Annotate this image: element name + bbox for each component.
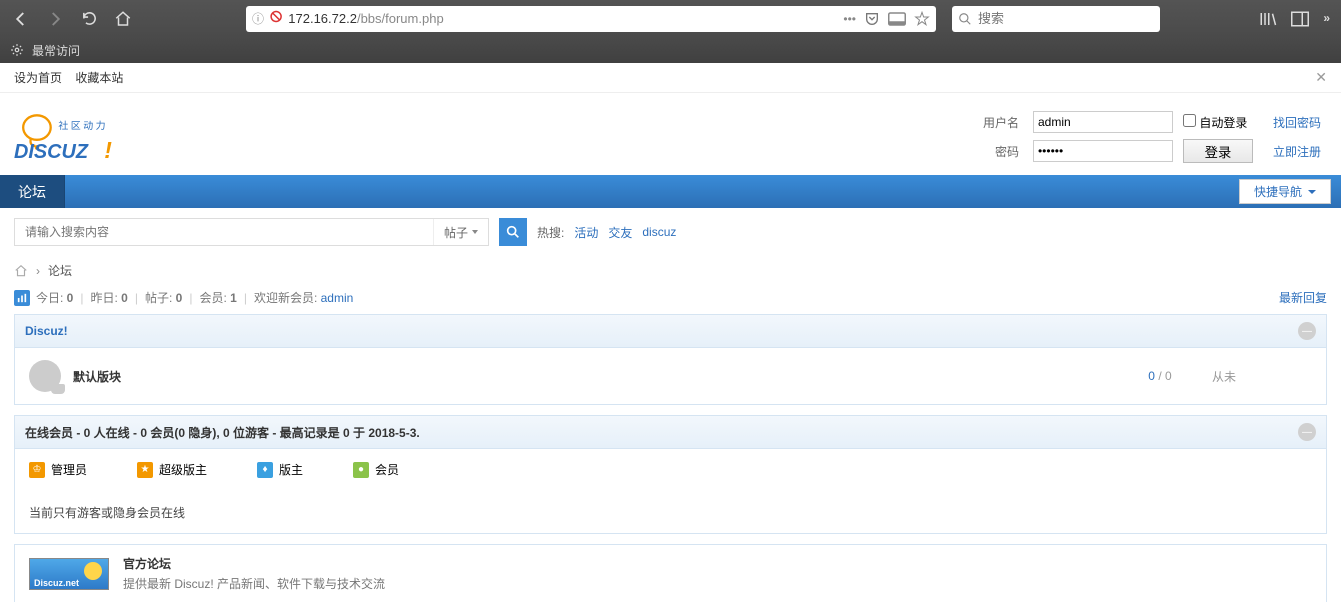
search-icon: [958, 12, 972, 26]
reload-button[interactable]: [76, 6, 102, 32]
forum-icon: [29, 360, 61, 392]
hot-link-1[interactable]: 活动: [574, 224, 598, 241]
official-logo[interactable]: Discuz.net: [29, 558, 109, 590]
username-label: 用户名: [979, 109, 1027, 135]
url-text: 172.16.72.2/bbs/forum.php: [288, 11, 837, 26]
top-links-bar: 设为首页 收藏本站 ✕: [0, 63, 1341, 93]
svg-text:DISCUZ: DISCUZ: [14, 141, 89, 163]
online-header: 在线会员 - 0 人在线 - 0 会员(0 隐身), 0 位游客 - 最高记录是…: [25, 424, 420, 441]
stat-members: 会员: 1: [199, 289, 236, 306]
hot-link-3[interactable]: discuz: [642, 225, 676, 239]
role-legend: ♔管理员 ★超级版主 ♦版主 ●会员: [29, 461, 1312, 478]
info-icon[interactable]: ⓘ: [252, 10, 264, 27]
reader-icon[interactable]: [888, 12, 906, 26]
collapse-button[interactable]: —: [1298, 423, 1316, 441]
newest-member-link[interactable]: admin: [321, 291, 354, 305]
online-empty-message: 当前只有游客或隐身会员在线: [29, 504, 1312, 521]
username-input[interactable]: [1033, 111, 1173, 133]
quick-nav-button[interactable]: 快捷导航: [1239, 179, 1331, 204]
supermod-badge-icon: ★: [137, 462, 153, 478]
role-member: ●会员: [353, 461, 399, 478]
breadcrumb-separator: ›: [36, 264, 40, 278]
hot-search-label: 热搜:: [537, 224, 564, 241]
forum-search-box: 帖子: [14, 218, 489, 246]
svg-text:!: !: [104, 137, 112, 163]
member-badge-icon: ●: [353, 462, 369, 478]
overflow-icon[interactable]: »: [1323, 11, 1331, 27]
nav-buttons: [8, 6, 136, 32]
bookmark-bar: 最常访问: [0, 37, 1341, 63]
password-input[interactable]: [1033, 140, 1173, 162]
stat-today: 今日: 0: [36, 289, 73, 306]
browser-toolbar: ⓘ 🛇 172.16.72.2/bbs/forum.php ••• »: [0, 0, 1341, 37]
login-form: 用户名 自动登录 找回密码 密码 登录 立即注册: [977, 107, 1327, 167]
hot-link-2[interactable]: 交友: [608, 224, 632, 241]
more-icon[interactable]: •••: [843, 12, 856, 26]
role-admin: ♔管理员: [29, 461, 87, 478]
stats-icon[interactable]: [14, 290, 30, 306]
section-online: 在线会员 - 0 人在线 - 0 会员(0 隐身), 0 位游客 - 最高记录是…: [14, 415, 1327, 534]
back-button[interactable]: [8, 6, 34, 32]
hot-search: 热搜: 活动 交友 discuz: [537, 224, 676, 241]
register-link[interactable]: 立即注册: [1273, 145, 1321, 159]
svg-text:社 区 动 力: 社 区 动 力: [58, 119, 105, 132]
admin-badge-icon: ♔: [29, 462, 45, 478]
url-bar[interactable]: ⓘ 🛇 172.16.72.2/bbs/forum.php •••: [246, 6, 936, 32]
main-nav: 论坛 快捷导航: [0, 175, 1341, 208]
collapse-button[interactable]: —: [1298, 322, 1316, 340]
stat-posts: 帖子: 0: [145, 289, 182, 306]
section-discuz: Discuz! — 默认版块 0 / 0 从未: [14, 314, 1327, 405]
forum-stats: 0 / 0: [1120, 369, 1200, 383]
search-filter-dropdown[interactable]: 帖子: [433, 219, 488, 245]
library-icon[interactable]: [1259, 11, 1277, 27]
bookmark-star-icon[interactable]: [914, 11, 930, 27]
browser-search-bar[interactable]: [952, 6, 1160, 32]
forward-button[interactable]: [42, 6, 68, 32]
bookmark-most-visited[interactable]: 最常访问: [32, 42, 80, 59]
official-desc: 提供最新 Discuz! 产品新闻、软件下载与技术交流: [123, 575, 385, 592]
breadcrumb-forum[interactable]: 论坛: [48, 262, 72, 279]
breadcrumb: › 论坛: [0, 256, 1341, 285]
stat-welcome: 欢迎新会员: admin: [254, 289, 353, 306]
sidebar-icon[interactable]: [1291, 11, 1309, 27]
pocket-icon[interactable]: [864, 11, 880, 27]
latest-reply-link[interactable]: 最新回复: [1279, 289, 1327, 306]
forum-search-input[interactable]: [15, 219, 433, 245]
home-icon[interactable]: [14, 264, 28, 278]
gear-icon[interactable]: [10, 43, 24, 57]
nav-tab-forum[interactable]: 论坛: [0, 175, 65, 208]
forum-last-post: 从未: [1212, 368, 1312, 385]
mod-badge-icon: ♦: [257, 462, 273, 478]
stat-yesterday: 昨日: 0: [90, 289, 127, 306]
insecure-icon: 🛇: [270, 8, 282, 29]
page-header: 社 区 动 力 DISCUZ ! 用户名 自动登录 找回密码 密码 登录 立即注…: [0, 93, 1341, 175]
site-logo[interactable]: 社 区 动 力 DISCUZ !: [14, 110, 144, 165]
stats-row: 今日: 0| 昨日: 0| 帖子: 0| 会员: 1| 欢迎新会员: admin…: [0, 285, 1341, 314]
section-official: Discuz.net 官方论坛 提供最新 Discuz! 产品新闻、软件下载与技…: [14, 544, 1327, 602]
role-mod: ♦版主: [257, 461, 303, 478]
login-button[interactable]: 登录: [1183, 139, 1253, 163]
forum-row: 默认版块 0 / 0 从未: [15, 348, 1326, 404]
forum-name-link[interactable]: 默认版块: [73, 368, 1108, 385]
chevron-down-icon: [472, 230, 478, 234]
forum-search-row: 帖子 热搜: 活动 交友 discuz: [0, 208, 1341, 256]
section-title[interactable]: Discuz!: [25, 324, 68, 338]
favorite-link[interactable]: 收藏本站: [75, 71, 123, 85]
auto-login-checkbox[interactable]: 自动登录: [1183, 116, 1247, 130]
set-home-link[interactable]: 设为首页: [14, 71, 62, 85]
role-super-mod: ★超级版主: [137, 461, 207, 478]
forum-search-button[interactable]: [499, 218, 527, 246]
close-icon[interactable]: ✕: [1315, 69, 1327, 86]
browser-search-input[interactable]: [978, 11, 1154, 26]
password-label: 密码: [979, 137, 1027, 165]
home-button[interactable]: [110, 6, 136, 32]
find-password-link[interactable]: 找回密码: [1273, 116, 1321, 130]
chevron-down-icon: [1308, 190, 1316, 194]
official-title[interactable]: 官方论坛: [123, 555, 385, 572]
